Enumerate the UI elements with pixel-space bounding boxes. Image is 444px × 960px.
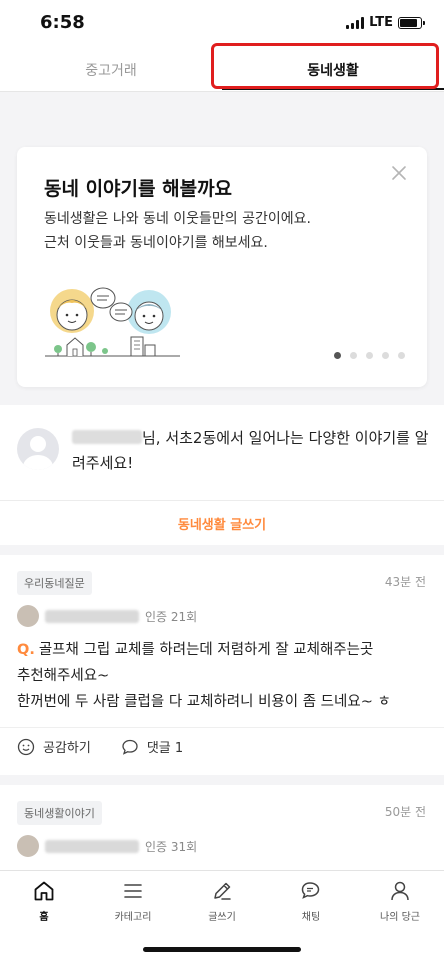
avatar xyxy=(17,605,39,627)
post-text: 추천해주세요~ xyxy=(17,668,110,684)
comment-button[interactable]: 댓글 1 xyxy=(121,737,183,756)
nav-label: 홈 xyxy=(39,912,49,923)
intro-card: 동네 이야기를 해볼까요 동네생활은 나와 동네 이웃들만의 공간이에요. 근처… xyxy=(17,147,427,387)
carousel-dot[interactable] xyxy=(350,352,357,359)
prompt-message: 님, 서초2동에서 일어나는 다양한 이야기를 알려주세요! xyxy=(72,426,432,476)
carousel-dots xyxy=(334,352,405,359)
write-post-link[interactable]: 동네생활 글쓰기 xyxy=(0,501,444,545)
status-time: 6:58 xyxy=(40,12,85,33)
network-label: LTE xyxy=(369,15,393,30)
top-tab-bar: 중고거래 동네생활 xyxy=(0,48,444,92)
blurred-author-name xyxy=(45,839,139,853)
nav-home[interactable]: 홈 xyxy=(0,879,88,923)
signal-icon xyxy=(346,16,365,29)
intro-description: 동네생활은 나와 동네 이웃들만의 공간이에요. 근처 이웃들과 동네이야기를 … xyxy=(44,207,404,255)
post-text: 골프채 그립 교체를 하려는데 저렴하게 잘 교체해주는곳 xyxy=(38,642,374,658)
post-text: 한꺼번에 두 사람 클럽을 다 교체하려니 비용이 좀 드네요~ ㅎ xyxy=(17,694,391,710)
intro-title: 동네 이야기를 해볼까요 xyxy=(44,178,233,200)
person-icon xyxy=(391,881,409,901)
author-verification: 인증 21회 xyxy=(145,609,198,624)
tab-used-goods[interactable]: 중고거래 xyxy=(0,48,222,92)
post-time: 43분 전 xyxy=(384,575,426,589)
nav-label: 나의 당근 xyxy=(380,912,420,923)
category-tag: 동네생활이야기 xyxy=(17,801,102,825)
post-line: Q. 골프채 그립 교체를 하려는데 저렴하게 잘 교체해주는곳 xyxy=(17,637,427,663)
intro-description-line: 근처 이웃들과 동네이야기를 해보세요. xyxy=(44,235,268,251)
nav-label: 글쓰기 xyxy=(208,912,236,923)
post-card[interactable]: 우리동네질문 43분 전 인증 21회 Q. 골프채 그립 교체를 하려는데 저렴… xyxy=(0,555,444,775)
menu-icon xyxy=(124,884,142,898)
comment-count: 댓글 1 xyxy=(146,741,184,756)
home-indicator-bar[interactable] xyxy=(143,947,301,952)
post-body: Q. 골프채 그립 교체를 하려는데 저렴하게 잘 교체해주는곳 추천해주세요~ … xyxy=(17,637,427,715)
carousel-dot[interactable] xyxy=(382,352,389,359)
avatar xyxy=(17,428,59,470)
active-tab-indicator xyxy=(222,88,444,90)
carousel-dot[interactable] xyxy=(334,352,341,359)
carousel-dot[interactable] xyxy=(398,352,405,359)
bottom-navigation: 홈 카테고리 글쓰기 채팅 나의 당근 xyxy=(0,870,444,960)
like-button[interactable]: 공감하기 xyxy=(17,737,91,756)
home-icon xyxy=(34,881,54,901)
smile-icon xyxy=(17,738,35,755)
nav-chat[interactable]: 채팅 xyxy=(267,879,355,923)
comment-icon xyxy=(122,739,138,755)
tab-label: 동네생활 xyxy=(307,63,359,79)
post-author: 인증 21회 xyxy=(17,605,197,627)
nav-my-carrot[interactable]: 나의 당근 xyxy=(356,879,444,923)
nav-write[interactable]: 글쓰기 xyxy=(178,879,266,923)
nav-category[interactable]: 카테고리 xyxy=(89,879,177,923)
chat-icon xyxy=(301,882,320,899)
write-prompt-section: 님, 서초2동에서 일어나는 다양한 이야기를 알려주세요! 동네생활 글쓰기 xyxy=(0,405,444,545)
tab-label: 중고거래 xyxy=(85,63,137,79)
status-bar: 6:58 LTE xyxy=(0,0,444,48)
question-mark-label: Q. xyxy=(17,642,35,658)
divider xyxy=(0,727,444,728)
nav-label: 채팅 xyxy=(301,912,321,923)
battery-icon xyxy=(398,16,425,29)
like-label: 공감하기 xyxy=(43,741,91,756)
avatar xyxy=(17,835,39,857)
pencil-icon xyxy=(214,882,231,900)
blurred-username xyxy=(72,430,142,444)
author-verification: 인증 31회 xyxy=(145,839,198,854)
post-author: 인증 31회 xyxy=(17,835,197,857)
carousel-dot[interactable] xyxy=(366,352,373,359)
neighbors-illustration xyxy=(45,287,180,357)
nav-label: 카테고리 xyxy=(114,912,152,923)
post-actions: 공감하기 댓글 1 xyxy=(17,737,183,756)
tab-neighborhood-life[interactable]: 동네생활 xyxy=(222,48,444,92)
category-tag: 우리동네질문 xyxy=(17,571,92,595)
close-icon[interactable] xyxy=(389,163,409,183)
post-time: 50분 전 xyxy=(384,805,426,819)
intro-description-line: 동네생활은 나와 동네 이웃들만의 공간이에요. xyxy=(44,211,311,227)
blurred-author-name xyxy=(45,609,139,623)
status-indicators: LTE xyxy=(346,15,425,30)
